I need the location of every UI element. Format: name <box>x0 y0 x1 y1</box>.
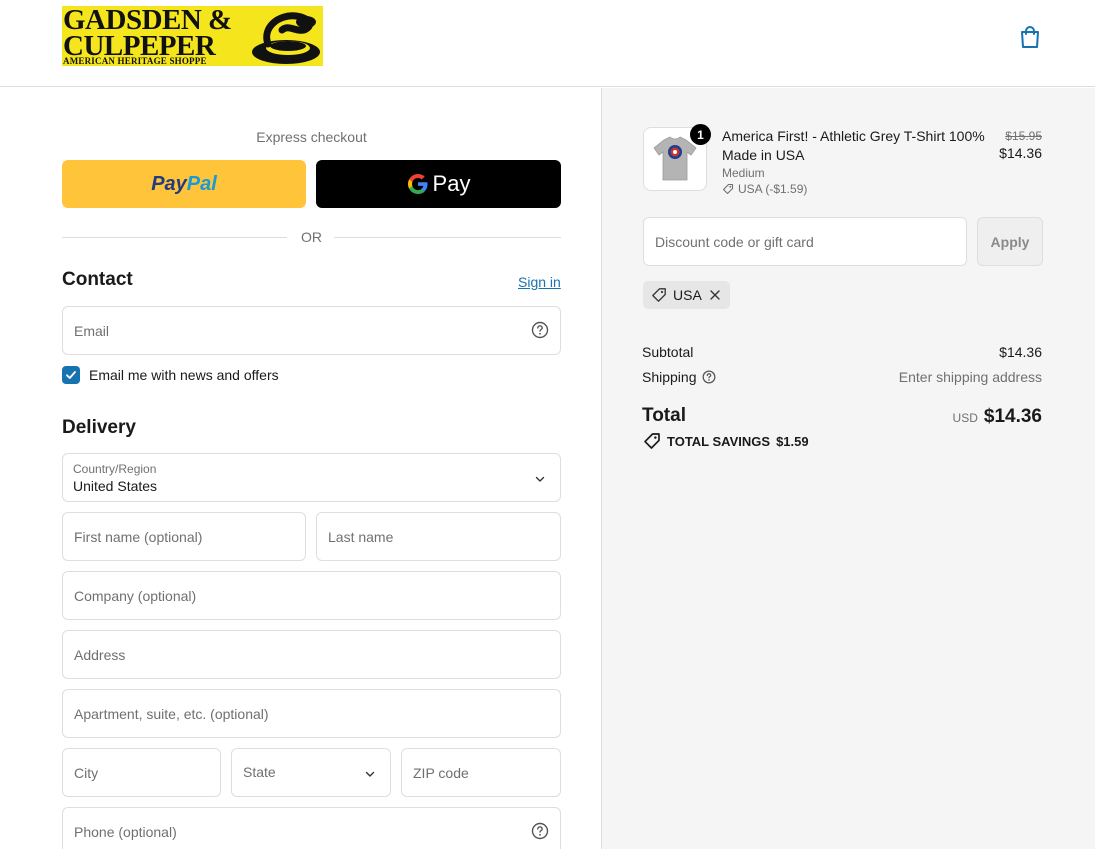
help-circle-icon[interactable] <box>531 321 549 339</box>
close-icon <box>710 290 720 300</box>
last-name-field[interactable]: Last name <box>316 512 561 561</box>
rattlesnake-icon <box>252 12 320 64</box>
applied-code-label: USA <box>673 287 702 303</box>
tag-icon <box>722 183 734 195</box>
phone-placeholder: Phone (optional) <box>74 824 177 840</box>
shipping-row: Shipping Enter shipping address <box>642 369 1042 385</box>
total-label: Total <box>642 405 686 426</box>
header: GADSDEN & CULPEPER AMERICAN HERITAGE SHO… <box>0 0 1095 87</box>
product-price: $14.36 <box>999 145 1042 161</box>
city-field[interactable]: City <box>62 748 221 797</box>
country-select[interactable]: Country/Region United States <box>62 453 561 502</box>
tag-icon <box>644 433 660 449</box>
subtotal-row: Subtotal $14.36 <box>642 344 1042 360</box>
company-placeholder: Company (optional) <box>74 588 197 604</box>
newsletter-row: Email me with news and offers <box>62 365 279 385</box>
delivery-title: Delivery <box>62 417 136 438</box>
product-discount-text: USA (-$1.59) <box>738 182 808 196</box>
address-placeholder: Address <box>74 647 126 663</box>
first-name-placeholder: First name (optional) <box>74 529 203 545</box>
apartment-field[interactable]: Apartment, suite, etc. (optional) <box>62 689 561 738</box>
newsletter-checkbox[interactable] <box>62 366 80 384</box>
discount-code-input[interactable]: Discount code or gift card <box>643 217 967 266</box>
state-select[interactable]: State <box>231 748 391 797</box>
subtotal-value: $14.36 <box>999 344 1042 360</box>
state-placeholder: State <box>243 764 276 780</box>
sign-in-link[interactable]: Sign in <box>518 274 561 290</box>
help-circle-icon[interactable] <box>702 370 716 384</box>
email-placeholder: Email <box>74 323 110 339</box>
city-placeholder: City <box>74 765 99 781</box>
product-discount: USA (-$1.59) <box>722 182 807 196</box>
newsletter-label: Email me with news and offers <box>89 367 279 383</box>
google-g-icon <box>407 174 428 194</box>
logo-line-3: AMERICAN HERITAGE SHOPPE <box>63 56 207 66</box>
checkout-form-column: Express checkout Pay Pal Pay OR Contact S… <box>0 88 601 849</box>
paypal-logo-text-1: Pay <box>151 172 187 195</box>
order-summary-column: 1 America First! - Athletic Grey T-Shirt… <box>601 88 1095 849</box>
help-circle-icon[interactable] <box>531 822 549 840</box>
savings-value: $1.59 <box>776 433 809 449</box>
contact-title: Contact <box>62 269 133 290</box>
remove-discount-button[interactable] <box>708 288 722 302</box>
product-original-price: $15.95 <box>1005 129 1042 143</box>
google-pay-label: Pay <box>432 171 471 196</box>
total-currency: USD <box>952 411 978 425</box>
country-value: United States <box>73 478 158 494</box>
shipping-value: Enter shipping address <box>898 369 1042 385</box>
apply-button[interactable]: Apply <box>977 217 1043 266</box>
shopping-bag-icon[interactable] <box>1017 24 1043 50</box>
last-name-placeholder: Last name <box>328 529 394 545</box>
total-value: $14.36 <box>983 406 1042 427</box>
zip-placeholder: ZIP code <box>413 765 469 781</box>
express-checkout-title: Express checkout <box>256 129 367 145</box>
phone-field[interactable]: Phone (optional) <box>62 807 561 849</box>
product-variant: Medium <box>722 166 765 180</box>
discount-placeholder: Discount code or gift card <box>655 234 814 250</box>
quantity-badge: 1 <box>690 124 711 145</box>
first-name-field[interactable]: First name (optional) <box>62 512 306 561</box>
address-field[interactable]: Address <box>62 630 561 679</box>
total-amount: USD $14.36 <box>953 406 1042 428</box>
company-field[interactable]: Company (optional) <box>62 571 561 620</box>
total-savings: TOTAL SAVINGS $1.59 <box>643 432 809 450</box>
paypal-logo-text-2: Pal <box>186 172 217 195</box>
savings-label: TOTAL SAVINGS <box>667 433 771 449</box>
paypal-button[interactable]: Pay Pal <box>62 160 306 208</box>
apartment-placeholder: Apartment, suite, etc. (optional) <box>74 706 269 722</box>
chevron-down-icon <box>535 476 545 482</box>
shipping-label: Shipping <box>642 369 697 385</box>
subtotal-label: Subtotal <box>642 344 694 360</box>
divider-line-right <box>334 237 561 238</box>
zip-field[interactable]: ZIP code <box>401 748 561 797</box>
or-divider: OR <box>62 228 561 246</box>
country-label: Country/Region <box>73 462 157 476</box>
google-pay-button[interactable]: Pay <box>316 160 561 208</box>
chevron-down-icon <box>365 771 375 777</box>
store-logo[interactable]: GADSDEN & CULPEPER AMERICAN HERITAGE SHO… <box>62 6 323 66</box>
tag-icon <box>652 288 666 302</box>
product-name: America First! - Athletic Grey T-Shirt 1… <box>722 128 985 163</box>
email-field[interactable]: Email <box>62 306 561 355</box>
checkmark-icon <box>66 371 76 379</box>
applied-discount-tag: USA <box>643 281 730 309</box>
